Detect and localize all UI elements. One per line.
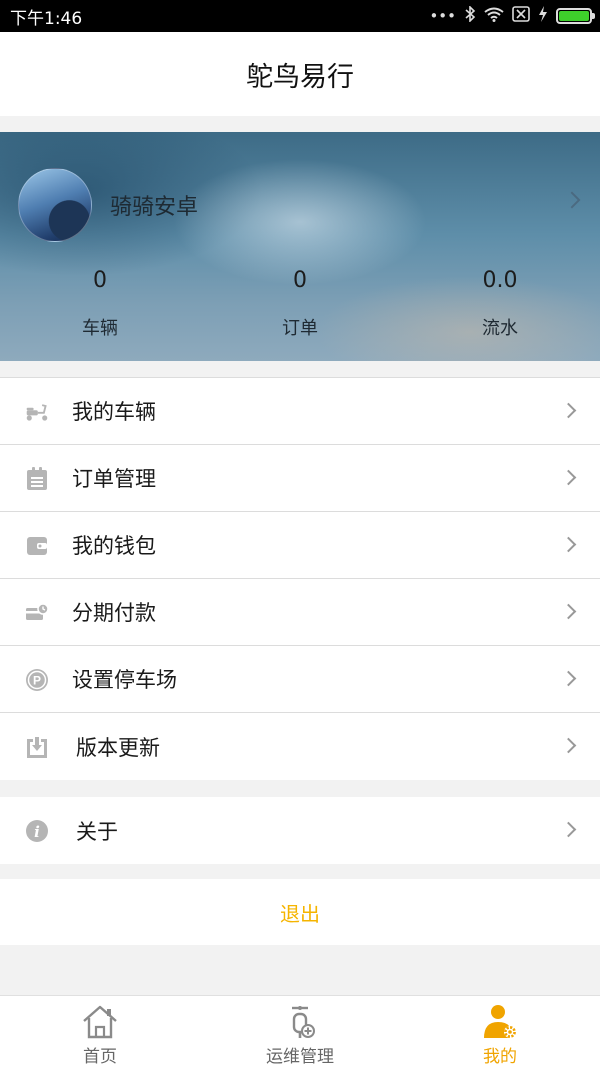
chevron-right-icon bbox=[560, 670, 577, 687]
chevron-right-icon bbox=[560, 603, 577, 620]
stat-value: 0 bbox=[93, 268, 107, 293]
username: 骑骑安卓 bbox=[110, 195, 199, 220]
chevron-right-icon bbox=[560, 402, 577, 419]
bluetooth-icon bbox=[464, 5, 476, 26]
installment-icon bbox=[25, 601, 49, 625]
logout-label: 退出 bbox=[280, 901, 320, 926]
svg-text:P: P bbox=[33, 674, 41, 688]
nav-label: 运维管理 bbox=[266, 1047, 334, 1067]
nav-item-home[interactable]: 首页 bbox=[0, 996, 200, 1067]
main-menu: 我的车辆 订单管理 我的钱包 分期付款 P 设置停车场 版本更新 bbox=[0, 377, 600, 780]
maintenance-icon bbox=[292, 1006, 315, 1038]
avatar[interactable] bbox=[18, 168, 92, 242]
wifi-icon bbox=[484, 7, 504, 26]
battery-icon bbox=[556, 8, 595, 24]
nav-label: 首页 bbox=[83, 1047, 117, 1067]
menu-item-my-vehicles[interactable]: 我的车辆 bbox=[0, 378, 600, 445]
menu-item-my-wallet[interactable]: 我的钱包 bbox=[0, 512, 600, 579]
chevron-right-icon bbox=[560, 536, 577, 553]
scooter-icon bbox=[25, 400, 49, 424]
menu-item-label: 我的车辆 bbox=[72, 400, 156, 424]
svg-text:i: i bbox=[34, 823, 40, 841]
menu-item-label: 关于 bbox=[76, 819, 118, 844]
stat-label: 订单 bbox=[282, 318, 318, 339]
no-sim-icon bbox=[512, 6, 530, 26]
nav-item-mine[interactable]: 我的 bbox=[400, 996, 600, 1067]
nav-label: 我的 bbox=[483, 1047, 517, 1067]
status-bar: 下午1:46 ••• bbox=[0, 0, 600, 32]
menu-item-about[interactable]: i 关于 bbox=[0, 797, 600, 864]
page-title: 鸵鸟易行 bbox=[246, 61, 354, 93]
status-time: 下午1:46 bbox=[10, 8, 83, 29]
info-icon: i bbox=[25, 819, 49, 843]
parking-icon: P bbox=[25, 668, 49, 692]
stat-value: 0 bbox=[293, 268, 307, 293]
more-dots-icon: ••• bbox=[429, 7, 456, 25]
menu-item-installment[interactable]: 分期付款 bbox=[0, 579, 600, 646]
stat-revenue[interactable]: 0.0 流水 bbox=[440, 268, 560, 340]
status-icons: ••• bbox=[429, 5, 595, 26]
stat-label: 流水 bbox=[482, 318, 518, 339]
wallet-icon bbox=[25, 534, 49, 558]
download-icon bbox=[25, 735, 49, 759]
stat-orders[interactable]: 0 订单 bbox=[240, 268, 360, 340]
nav-item-maintenance[interactable]: 运维管理 bbox=[200, 996, 400, 1067]
chevron-right-icon bbox=[560, 469, 577, 486]
menu-item-label: 分期付款 bbox=[72, 601, 156, 625]
home-icon bbox=[83, 1005, 117, 1039]
stat-value: 0.0 bbox=[482, 268, 518, 293]
about-menu: i 关于 bbox=[0, 797, 600, 864]
app-header: 鸵鸟易行 bbox=[0, 32, 600, 116]
menu-item-order-management[interactable]: 订单管理 bbox=[0, 445, 600, 512]
menu-item-label: 我的钱包 bbox=[72, 534, 156, 558]
stat-label: 车辆 bbox=[82, 318, 118, 339]
chevron-right-icon bbox=[563, 191, 581, 209]
chevron-right-icon bbox=[560, 737, 577, 754]
menu-item-label: 设置停车场 bbox=[72, 668, 177, 692]
user-settings-icon bbox=[484, 1005, 516, 1038]
menu-item-label: 版本更新 bbox=[76, 735, 160, 760]
stat-vehicles[interactable]: 0 车辆 bbox=[40, 268, 160, 340]
clipboard-icon bbox=[25, 467, 49, 491]
logout-button[interactable]: 退出 bbox=[0, 879, 600, 945]
bottom-nav: 首页 运维管理 我的 bbox=[0, 995, 600, 1067]
profile-card[interactable]: 骑骑安卓 0 车辆 0 订单 0.0 流水 bbox=[0, 132, 600, 361]
charging-icon bbox=[538, 6, 548, 26]
chevron-right-icon bbox=[560, 821, 577, 838]
menu-item-label: 订单管理 bbox=[72, 467, 156, 491]
menu-item-parking[interactable]: P 设置停车场 bbox=[0, 646, 600, 713]
menu-item-version-update[interactable]: 版本更新 bbox=[0, 713, 600, 780]
